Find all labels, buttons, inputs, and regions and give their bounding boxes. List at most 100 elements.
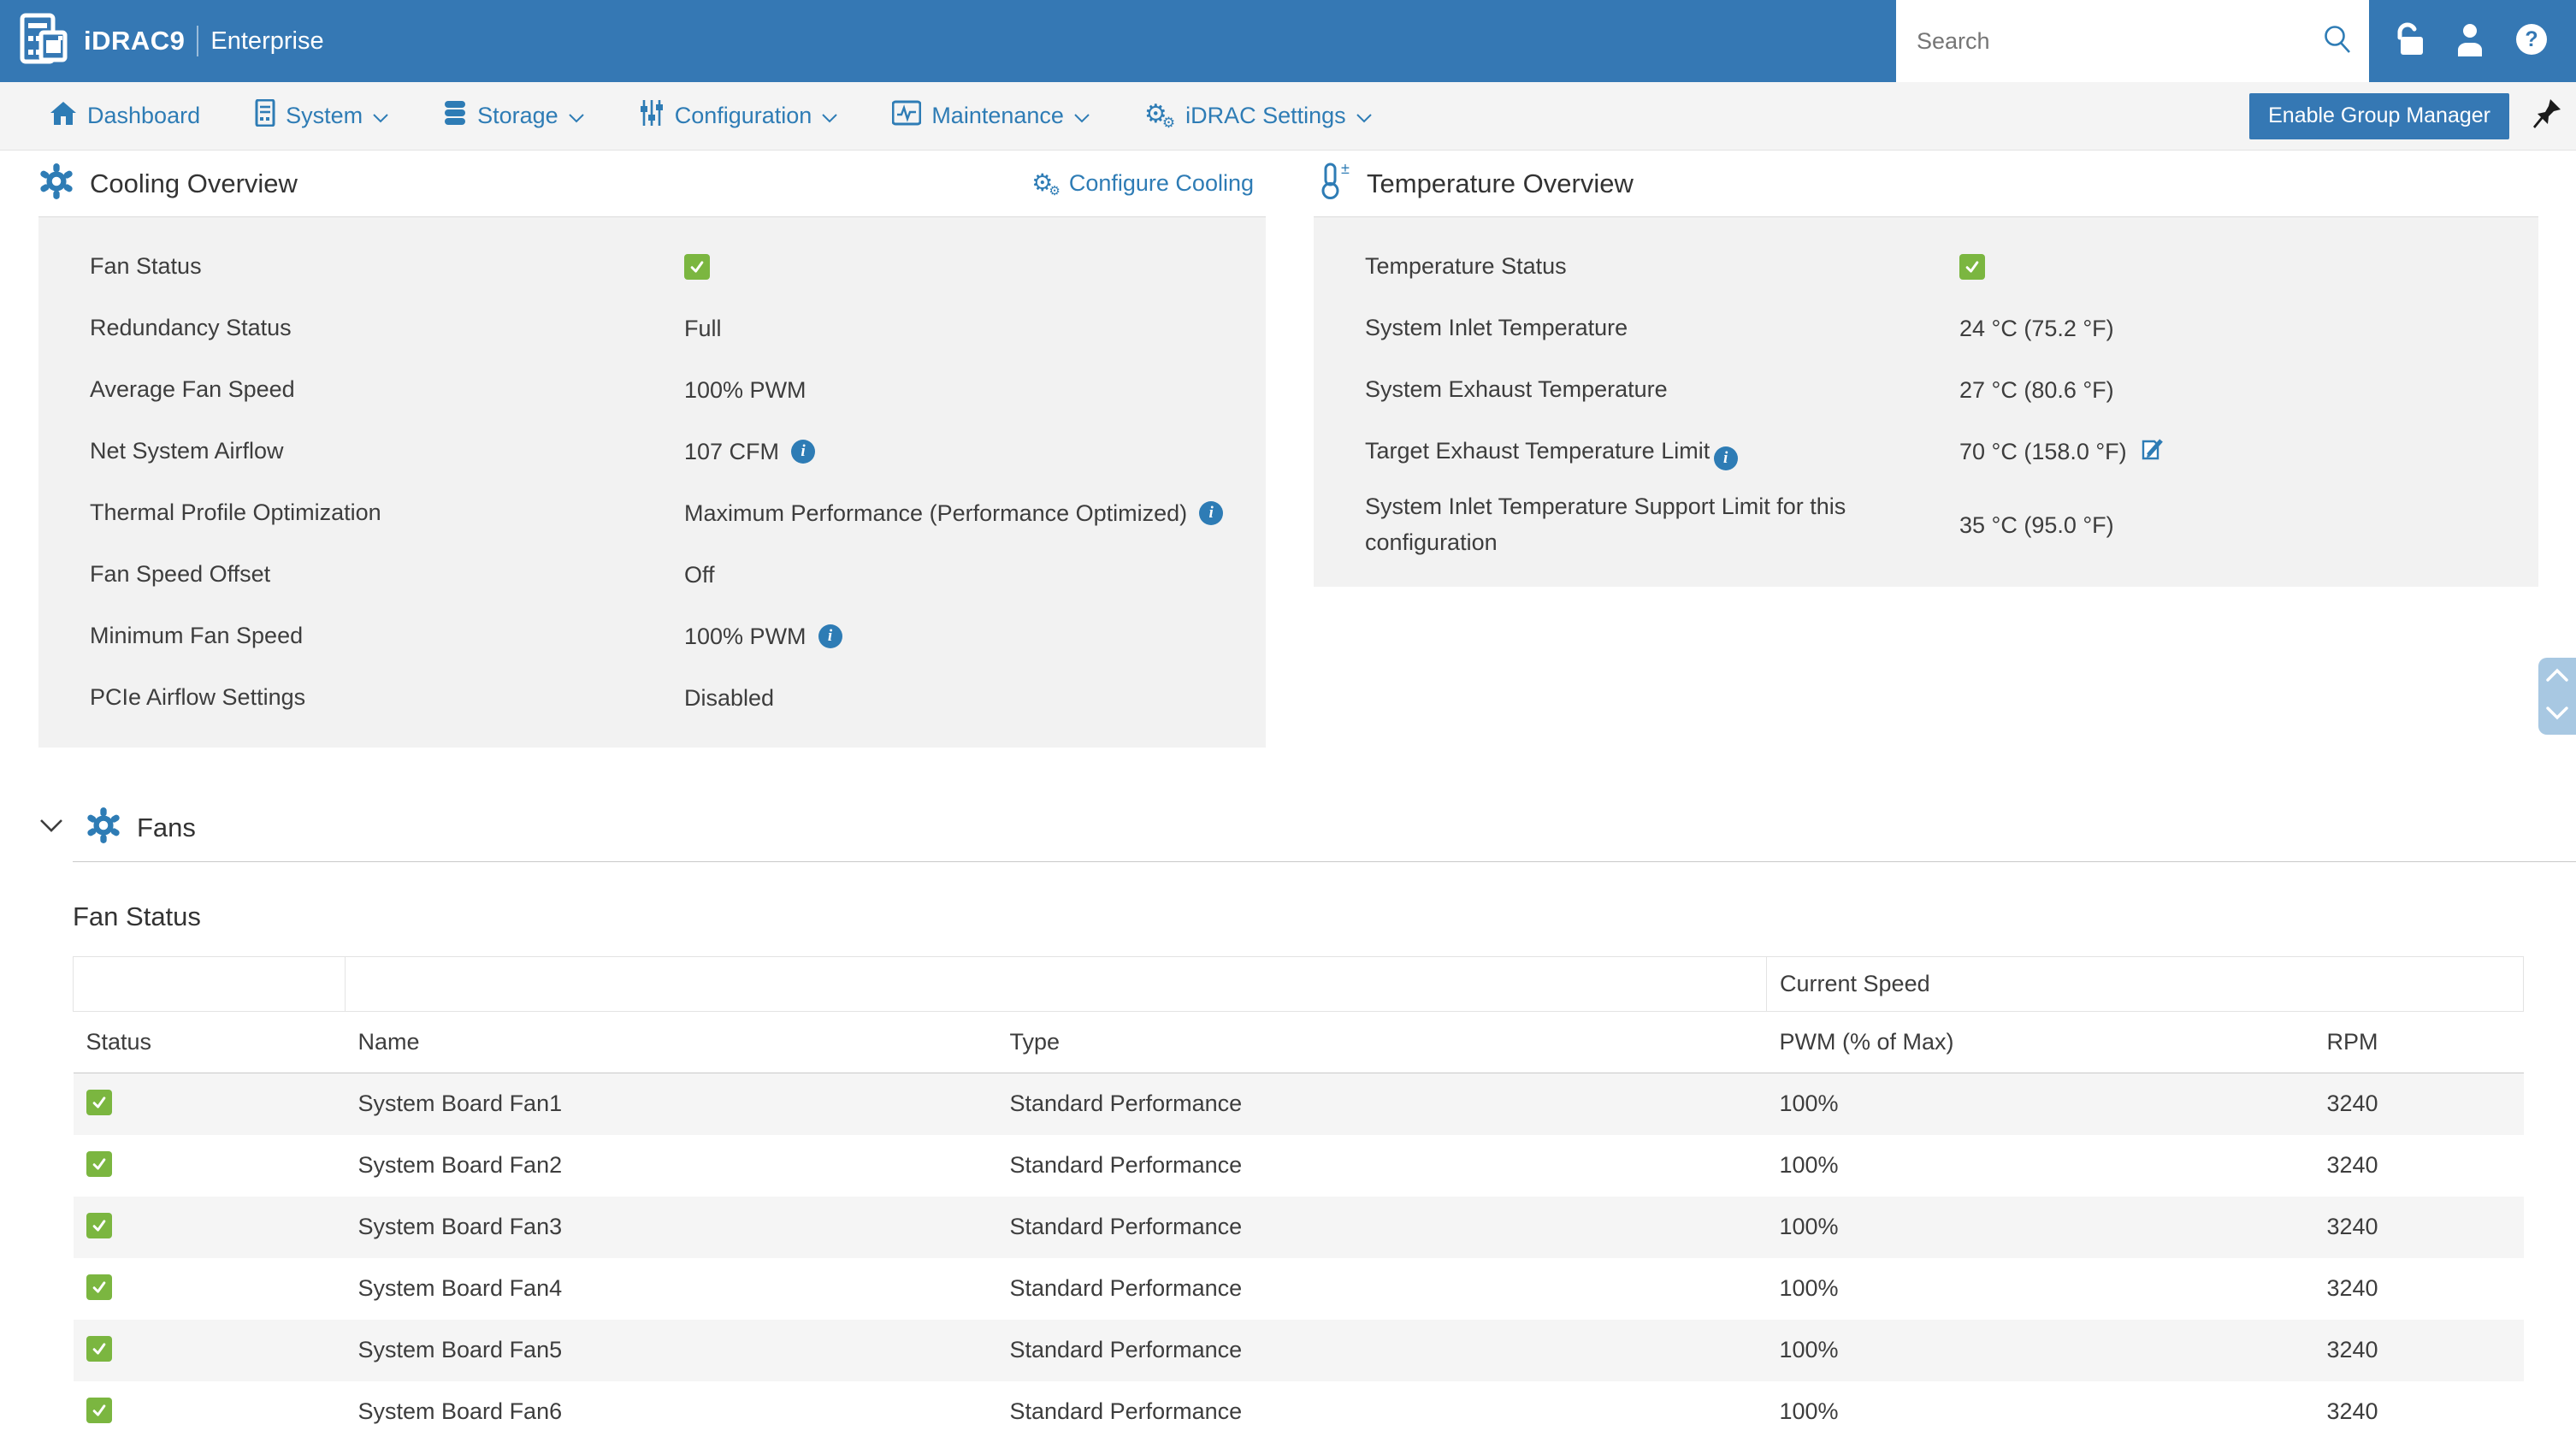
col-type: Type xyxy=(996,1011,1767,1073)
enable-group-manager-button[interactable]: Enable Group Manager xyxy=(2249,92,2509,139)
nav-system[interactable]: System xyxy=(255,98,388,133)
cooling-overview: Cooling Overview ⚙⚙ Configure Cooling Fa… xyxy=(38,151,1266,748)
field-label: Net System Airflow xyxy=(90,438,284,464)
table-row: System Board Fan6 Standard Performance 1… xyxy=(74,1381,2524,1443)
overview-section: Cooling Overview ⚙⚙ Configure Cooling Fa… xyxy=(0,151,2576,748)
fan-pwm: 100% xyxy=(1779,1152,1839,1178)
fan-rpm: 3240 xyxy=(2326,1337,2378,1362)
search-input[interactable] xyxy=(1917,27,2321,55)
status-ok-checkbox xyxy=(86,1336,112,1362)
fan-type: Standard Performance xyxy=(1009,1398,1243,1424)
field-label: System Exhaust Temperature xyxy=(1365,376,1668,403)
nav-label: Storage xyxy=(477,103,558,128)
empty-cell xyxy=(73,956,346,1012)
fan-pwm: 100% xyxy=(1779,1398,1839,1424)
field-label: Thermal Profile Optimization xyxy=(90,499,381,526)
field-value: 24 °C (75.2 °F) xyxy=(1959,315,2114,341)
field-label: Average Fan Speed xyxy=(90,376,295,403)
monitor-pulse-icon xyxy=(891,100,922,132)
chevron-down-icon xyxy=(373,103,388,129)
idrac-logo-icon xyxy=(15,12,70,71)
field-label: Fan Speed Offset xyxy=(90,561,271,588)
chevron-down-icon xyxy=(1356,103,1372,129)
status-ok-checkbox xyxy=(86,1213,112,1238)
status-ok-checkbox xyxy=(86,1398,112,1423)
fan-pwm: 100% xyxy=(1779,1337,1839,1362)
main-nav: Dashboard System Storage Configuration M… xyxy=(0,82,2576,151)
fan-icon xyxy=(38,163,74,204)
field-row: Thermal Profile Optimization Maximum Per… xyxy=(38,482,1266,544)
svg-text:?: ? xyxy=(2525,27,2538,51)
info-icon[interactable]: i xyxy=(791,440,816,464)
search-box[interactable] xyxy=(1896,0,2369,82)
gears-icon: ⚙⚙ xyxy=(1143,98,1176,132)
col-status: Status xyxy=(73,1011,346,1073)
table-header-row: Status Name Type PWM (% of Max) RPM xyxy=(73,1011,2524,1073)
field-label: Minimum Fan Speed xyxy=(90,623,304,649)
nav-configuration[interactable]: Configuration xyxy=(639,99,838,133)
table-row: System Board Fan3 Standard Performance 1… xyxy=(73,1196,2524,1258)
info-icon[interactable]: i xyxy=(818,624,842,648)
thermometer-icon: ± xyxy=(1314,160,1351,205)
fan-type: Standard Performance xyxy=(1009,1090,1243,1117)
field-row: Fan Status xyxy=(38,236,1266,298)
configure-cooling-link[interactable]: ⚙⚙ Configure Cooling xyxy=(1031,168,1254,198)
field-value: 35 °C (95.0 °F) xyxy=(1959,511,2114,538)
svg-text:±: ± xyxy=(1341,162,1350,177)
help-icon[interactable]: ? xyxy=(2513,21,2550,62)
status-ok-checkbox xyxy=(86,1274,112,1300)
app-header: iDRAC9 Enterprise Search ? xyxy=(0,0,2576,82)
nav-label: Dashboard xyxy=(87,103,201,128)
field-value: Disabled xyxy=(684,684,775,711)
field-label: Fan Status xyxy=(90,253,202,280)
nav-idrac-settings[interactable]: ⚙⚙ iDRAC Settings xyxy=(1143,98,1372,132)
collapse-chevron-icon[interactable] xyxy=(39,819,63,837)
edit-icon[interactable] xyxy=(2139,435,2166,469)
field-row: Fan Speed Offset Off xyxy=(38,544,1266,606)
nav-storage[interactable]: Storage xyxy=(443,99,584,133)
field-row: System Inlet Temperature Support Limit f… xyxy=(1314,482,2538,568)
chevron-down-icon xyxy=(568,103,584,129)
info-icon[interactable]: i xyxy=(1199,501,1224,525)
scroll-up-icon[interactable] xyxy=(2546,668,2568,686)
nav-label: Configuration xyxy=(674,103,812,128)
fan-name: System Board Fan4 xyxy=(357,1275,563,1301)
fan-name: System Board Fan3 xyxy=(357,1214,563,1239)
field-value: 107 CFM xyxy=(684,438,780,464)
field-row: Net System Airflow 107 CFM i xyxy=(38,421,1266,482)
table-row: System Board Fan2 Standard Performance 1… xyxy=(74,1135,2524,1197)
table-group-header-row: Current Speed xyxy=(73,956,2525,1012)
info-icon[interactable]: i xyxy=(1713,446,1738,470)
fan-pwm: 100% xyxy=(1779,1090,1839,1117)
field-value: 100% PWM xyxy=(684,623,806,649)
field-row: PCIe Airflow Settings Disabled xyxy=(38,667,1266,729)
server-icon xyxy=(255,98,275,133)
nav-dashboard[interactable]: Dashboard xyxy=(50,100,200,132)
scroll-widget[interactable] xyxy=(2538,658,2576,735)
nav-maintenance[interactable]: Maintenance xyxy=(891,100,1090,132)
fan-pwm: 100% xyxy=(1779,1275,1839,1301)
user-icon[interactable] xyxy=(2453,21,2487,62)
fan-name: System Board Fan2 xyxy=(357,1152,563,1178)
cooling-panel: Fan Status Redundancy Status Full Averag… xyxy=(38,216,1266,748)
temperature-panel: Temperature Status System Inlet Temperat… xyxy=(1314,216,2538,587)
search-icon[interactable] xyxy=(2321,23,2354,60)
field-value: 70 °C (158.0 °F) xyxy=(1959,438,2127,464)
fan-status-table: Current Speed Status Name Type PWM (% of… xyxy=(73,956,2525,1443)
status-ok-checkbox xyxy=(1959,254,1985,280)
cooling-overview-title: Cooling Overview xyxy=(90,168,298,198)
table-row: System Board Fan1 Standard Performance 1… xyxy=(73,1073,2524,1135)
field-label: Target Exhaust Temperature Limit xyxy=(1365,437,1710,464)
table-row: System Board Fan5 Standard Performance 1… xyxy=(73,1319,2524,1381)
fan-type: Standard Performance xyxy=(1009,1214,1243,1239)
scroll-down-icon[interactable] xyxy=(2546,706,2568,724)
unlock-icon[interactable] xyxy=(2391,21,2427,62)
field-row: System Inlet Temperature 24 °C (75.2 °F) xyxy=(1314,298,2538,359)
home-icon xyxy=(50,100,77,132)
field-label: Redundancy Status xyxy=(90,315,292,341)
field-row: System Exhaust Temperature 27 °C (80.6 °… xyxy=(1314,359,2538,421)
pin-icon[interactable] xyxy=(2532,98,2562,134)
gears-icon: ⚙⚙ xyxy=(1031,168,1061,198)
fan-name: System Board Fan1 xyxy=(357,1090,563,1117)
field-label: System Inlet Temperature xyxy=(1365,315,1628,341)
